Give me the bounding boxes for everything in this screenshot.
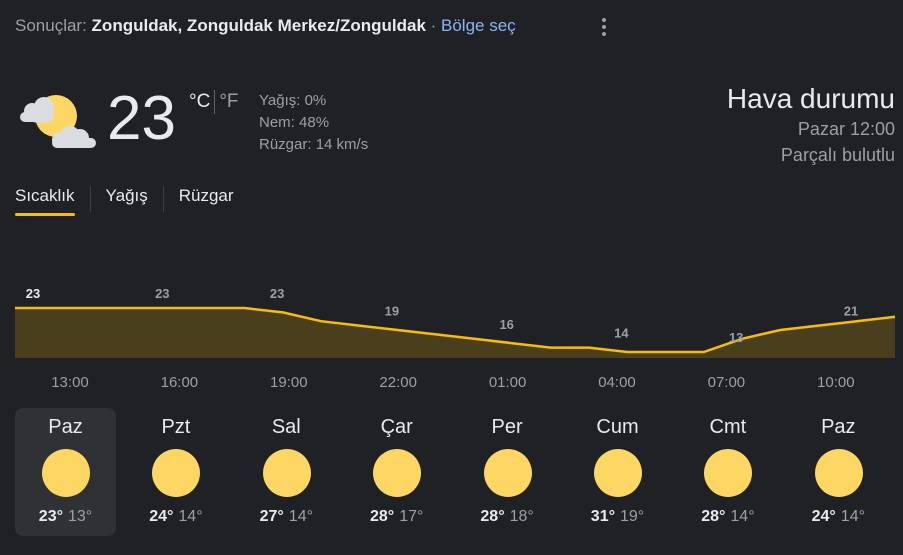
day-temperatures: 28° 18° [457, 508, 558, 526]
location-name: Zonguldak, Zonguldak Merkez/Zonguldak [91, 16, 426, 35]
low-temp: 14° [730, 508, 755, 525]
data-label: 14 [614, 326, 629, 341]
hour-tick-label: 07:00 [707, 374, 746, 391]
sunny-icon [42, 449, 90, 497]
hour-tick-label: 10:00 [817, 374, 855, 391]
day-name: Cum [596, 416, 639, 438]
forecast-day[interactable]: Paz 23° 13° [15, 408, 116, 536]
day-temperatures: 23° 13° [15, 508, 116, 526]
humidity-text: Nem: 48% [259, 114, 330, 131]
weather-title: Hava durumu [726, 83, 895, 114]
forecast-day[interactable]: Cmt 28° 14° [677, 408, 778, 536]
sunny-icon [262, 449, 311, 497]
results-prefix: Sonuçlar: [15, 16, 92, 35]
sunny-icon [704, 449, 753, 497]
hour-axis: 13:00 16:00 19:00 22:00 01:00 04:00 07:00 10:00 [0, 374, 903, 394]
weather-details: Yağış: 0% Nem: 48% Rüzgar: 14 km/s [259, 90, 368, 156]
forecast-day[interactable]: Cum 31° 19° [567, 408, 668, 536]
sunny-icon [373, 449, 422, 497]
data-label: 23 [26, 286, 40, 301]
unit-celsius[interactable]: °C [189, 91, 210, 113]
daily-forecast: Paz 23° 13° Pzt 24° 14° Sal 27° 14° Çar 28° 17° Per 2… [15, 408, 900, 536]
sunny-icon [814, 449, 863, 497]
tab-precipitation[interactable]: Yağış [106, 186, 148, 216]
high-temp: 24° [811, 508, 836, 525]
temperature-chart[interactable]: 23 23 23 19 16 14 13 21 [0, 270, 903, 370]
low-temp: 19° [620, 508, 645, 525]
day-name: Cmt [709, 416, 747, 438]
high-temp: 23° [38, 508, 63, 525]
hour-tick-label: 01:00 [488, 374, 527, 391]
low-temp: 17° [399, 508, 424, 525]
sunny-icon [483, 449, 532, 497]
unit-divider [214, 90, 216, 114]
hour-tick-label: 22:00 [379, 374, 417, 391]
data-label: 21 [844, 304, 858, 319]
current-temperature: 23 [107, 84, 176, 153]
tab-temperature[interactable]: Sıcaklık [15, 186, 75, 216]
high-temp: 28° [480, 508, 505, 525]
tab-wind[interactable]: Rüzgar [179, 186, 234, 216]
day-temperatures: 31° 19° [567, 508, 668, 526]
low-temp: 14° [178, 508, 203, 525]
day-temperatures: 24° 14° [788, 508, 889, 526]
unit-fahrenheit[interactable]: °F [219, 91, 238, 113]
more-vert-icon[interactable] [594, 14, 614, 40]
weather-datetime: Pazar 12:00 [797, 119, 895, 139]
partly-cloudy-icon [20, 95, 96, 148]
day-temperatures: 28° 17° [346, 508, 447, 526]
data-label: 23 [270, 286, 284, 301]
high-temp: 28° [369, 508, 395, 525]
day-name: Paz [821, 416, 856, 438]
wind-text: Rüzgar: 14 km/s [259, 136, 369, 153]
weather-summary: Hava durumu Pazar 12:00 Parçalı bulutlu [727, 82, 895, 168]
separator-dot: · [425, 16, 442, 35]
precipitation-text: Yağış: 0% [259, 92, 327, 109]
sunny-icon [594, 449, 642, 497]
sunny-icon [152, 449, 201, 497]
day-name: Paz [48, 416, 83, 438]
hour-tick-label: 19:00 [270, 374, 308, 391]
high-temp: 31° [590, 508, 615, 525]
hour-tick-label: 04:00 [598, 374, 636, 391]
low-temp: 14° [840, 508, 865, 525]
weather-condition: Parçalı bulutlu [780, 145, 895, 165]
day-temperatures: 28° 14° [677, 508, 778, 526]
select-region-link[interactable]: Bölge seç [441, 16, 516, 35]
forecast-day[interactable]: Çar 28° 17° [346, 408, 447, 536]
day-temperatures: 27° 14° [236, 508, 337, 526]
day-name: Sal [271, 416, 301, 438]
high-temp: 24° [149, 508, 174, 525]
day-name: Per [491, 416, 523, 438]
data-label: 13 [729, 330, 743, 345]
hour-tick-label: 13:00 [51, 374, 89, 391]
data-label: 23 [155, 286, 169, 301]
high-temp: 27° [259, 508, 284, 525]
forecast-day[interactable]: Paz 24° 14° [788, 408, 889, 536]
day-name: Pzt [161, 416, 191, 438]
tab-divider [89, 186, 91, 212]
unit-toggle: °C °F [189, 90, 239, 114]
forecast-day[interactable]: Pzt 24° 14° [125, 408, 226, 536]
hour-tick-label: 16:00 [160, 374, 199, 391]
high-temp: 28° [701, 508, 726, 525]
low-temp: 18° [509, 508, 534, 525]
data-label: 16 [499, 317, 513, 332]
results-header: Sonuçlar: Zonguldak, Zonguldak Merkez/Zo… [15, 16, 516, 38]
data-label: 19 [385, 304, 399, 319]
tab-divider [162, 186, 164, 212]
low-temp: 13° [68, 508, 93, 525]
weather-tabs: Sıcaklık Yağış Rüzgar [15, 186, 234, 216]
day-temperatures: 24° 14° [125, 508, 226, 526]
low-temp: 14° [288, 508, 313, 525]
forecast-day[interactable]: Sal 27° 14° [236, 408, 337, 536]
forecast-day[interactable]: Per 28° 18° [457, 408, 558, 536]
day-name: Çar [380, 416, 413, 438]
